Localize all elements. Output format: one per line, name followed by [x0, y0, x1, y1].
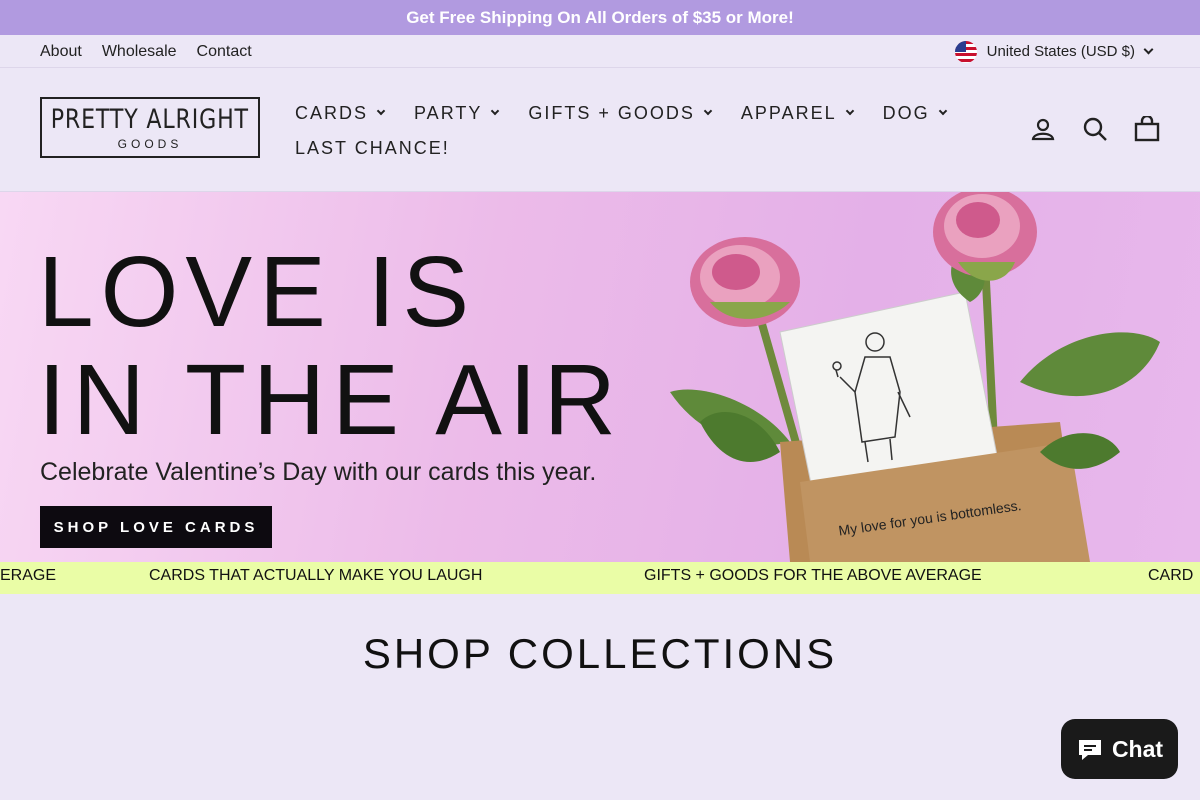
nav-apparel-label: APPAREL: [740, 102, 837, 123]
hero-title-line-2: IN THE AIR: [38, 344, 623, 456]
marquee-item: CARDS THAT ACTUALLY MAKE YOU LAUGH: [149, 567, 483, 584]
about-link[interactable]: About: [40, 43, 82, 61]
nav-last-chance[interactable]: LAST CHANCE!: [295, 138, 450, 159]
chevron-down-icon: [491, 106, 500, 116]
site-header: PRETTY ALRIGHT GOODS CARDS PARTY GIFTS +…: [0, 68, 1200, 192]
nav-party-label: PARTY: [414, 102, 483, 123]
hero-title: LOVE IS IN THE AIR: [38, 238, 623, 454]
chevron-down-icon: [703, 106, 713, 116]
marquee-item: ERAGE: [0, 567, 57, 584]
nav-last-chance-label: LAST CHANCE!: [295, 137, 450, 158]
nav-apparel[interactable]: APPAREL: [740, 102, 854, 124]
chat-label: Chat: [1111, 735, 1164, 762]
logo-text: PRETTY ALRIGHT: [50, 104, 250, 135]
nav-dog[interactable]: DOG: [882, 102, 947, 124]
roses-card-illustration: My love for you is bottomless.: [670, 192, 1160, 562]
chat-bubble-icon: [1078, 740, 1101, 760]
currency-label: United States (USD $): [986, 43, 1135, 60]
utility-links: About Wholesale Contact: [40, 35, 252, 68]
nav-party[interactable]: PARTY: [414, 102, 500, 124]
contact-link[interactable]: Contact: [197, 43, 252, 61]
chat-button[interactable]: Chat: [1061, 719, 1178, 779]
wholesale-link[interactable]: Wholesale: [102, 43, 177, 61]
nav-cards-label: CARDS: [295, 102, 369, 123]
chevron-down-icon: [845, 106, 854, 116]
cart-icon[interactable]: [1134, 116, 1160, 142]
hero-subtitle: Celebrate Valentine’s Day with our cards…: [40, 458, 597, 486]
hero-banner: LOVE IS IN THE AIR Celebrate Valentine’s…: [0, 192, 1200, 562]
chevron-down-icon: [1143, 44, 1154, 55]
search-icon[interactable]: [1082, 116, 1108, 142]
logo-subtext: GOODS: [117, 137, 183, 151]
header-icons: [1030, 116, 1160, 142]
hero-title-line-1: LOVE IS: [38, 236, 477, 348]
us-flag-icon: [954, 40, 977, 63]
marquee-strip: ERAGE CARDS THAT ACTUALLY MAKE YOU LAUGH…: [0, 562, 1200, 594]
currency-selector[interactable]: United States (USD $): [954, 35, 1154, 68]
shop-love-cards-button[interactable]: SHOP LOVE CARDS: [40, 506, 272, 548]
chevron-down-icon: [938, 106, 947, 116]
announcement-bar: Get Free Shipping On All Orders of $35 o…: [0, 0, 1200, 35]
account-icon[interactable]: [1030, 116, 1056, 142]
nav-gifts-goods[interactable]: GIFTS + GOODS: [528, 102, 713, 124]
nav-gifts-goods-label: GIFTS + GOODS: [528, 102, 695, 123]
marquee-item: GIFTS + GOODS FOR THE ABOVE AVERAGE: [644, 567, 982, 584]
chevron-down-icon: [376, 106, 386, 116]
nav-dog-label: DOG: [882, 102, 930, 123]
site-logo[interactable]: PRETTY ALRIGHT GOODS: [40, 97, 260, 158]
nav-cards[interactable]: CARDS: [295, 102, 386, 124]
main-nav: CARDS PARTY GIFTS + GOODS APPAREL DOG LA…: [295, 98, 975, 168]
utility-bar: About Wholesale Contact United States (U…: [0, 35, 1200, 68]
collections-heading: SHOP COLLECTIONS: [362, 630, 838, 677]
marquee-item: CARD: [1148, 567, 1194, 584]
announcement-text: Get Free Shipping On All Orders of $35 o…: [406, 7, 794, 27]
